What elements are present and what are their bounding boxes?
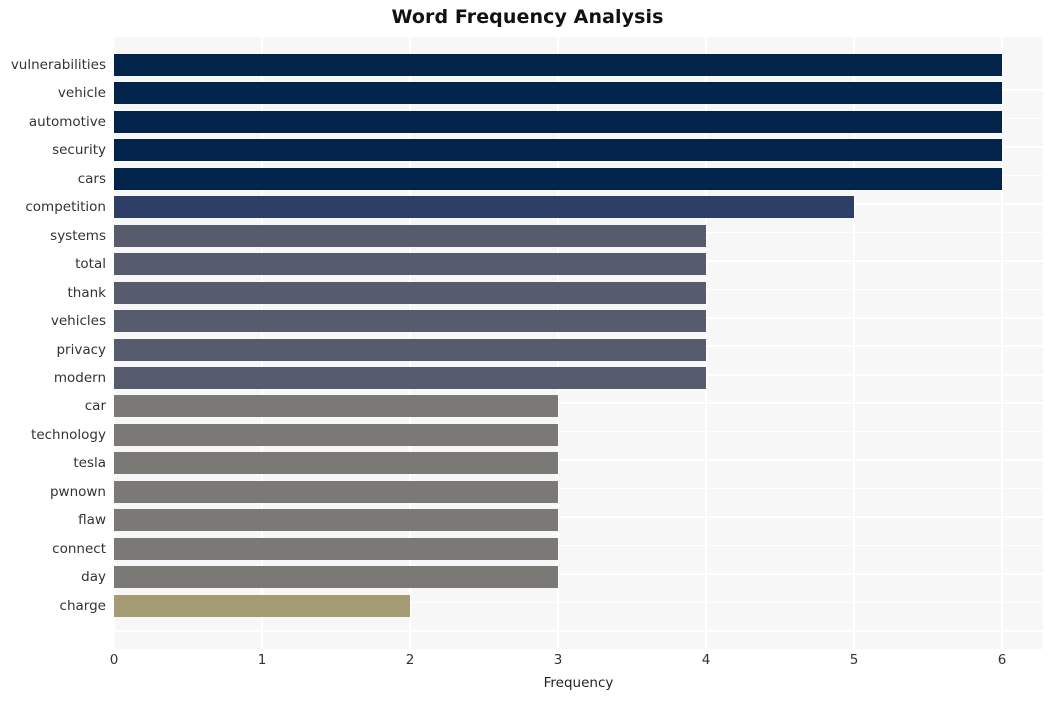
bar-car — [114, 395, 558, 418]
bar-flaw — [114, 509, 558, 532]
x-tick-label-6: 6 — [997, 652, 1007, 668]
x-tick-label-3: 3 — [553, 652, 563, 668]
y-tick-label-pwnown: pwnown — [49, 483, 106, 500]
bar-modern — [114, 366, 706, 389]
y-tick-label-vehicle: vehicle — [57, 85, 106, 102]
plot-area — [114, 37, 1043, 649]
bar-technology — [114, 423, 558, 446]
bar-charge — [114, 594, 410, 617]
y-tick-label-competition: competition — [25, 199, 106, 216]
x-tick-label-2: 2 — [405, 652, 415, 668]
y-tick-label-privacy: privacy — [56, 341, 106, 358]
y-gridline — [114, 629, 1043, 632]
y-tick-label-car: car — [84, 398, 106, 415]
y-tick-label-vehicles: vehicles — [50, 313, 106, 330]
bar-systems — [114, 224, 706, 247]
y-tick-label-systems: systems — [50, 227, 106, 244]
y-tick-label-technology: technology — [31, 426, 106, 443]
bar-connect — [114, 537, 558, 560]
x-tick-label-1: 1 — [257, 652, 267, 668]
y-tick-label-vulnerabilities: vulnerabilities — [10, 57, 106, 73]
bar-vulnerabilities — [114, 54, 1002, 76]
bar-cars — [114, 167, 1002, 190]
y-axis-tick-labels: vulnerabilities vehicle automotive security… — [0, 37, 106, 649]
x-tick-label-5: 5 — [849, 652, 859, 668]
y-tick-label-modern: modern — [53, 369, 106, 386]
bar-total — [114, 253, 706, 276]
x-axis-tick-labels: 0 1 2 3 4 5 6 — [110, 652, 1043, 672]
bar-security — [114, 139, 1002, 162]
chart-figure: Word Frequency Analysis vulnerabilities v… — [0, 0, 1055, 701]
y-tick-label-cars: cars — [77, 170, 106, 187]
bar-privacy — [114, 338, 706, 361]
y-tick-label-thank: thank — [67, 284, 107, 301]
bar-tesla — [114, 452, 558, 475]
y-tick-label-security: security — [52, 142, 106, 159]
y-tick-label-automotive: automotive — [28, 113, 106, 130]
bar-pwnown — [114, 480, 558, 503]
y-tick-label-day: day — [81, 569, 106, 586]
x-tick-label-4: 4 — [701, 652, 711, 668]
x-axis-title: Frequency — [543, 675, 614, 691]
bar-automotive — [114, 110, 1002, 133]
y-tick-label-connect: connect — [52, 540, 106, 557]
x-tick-label-0: 0 — [109, 652, 119, 668]
bar-vehicles — [114, 310, 706, 333]
page-title: Word Frequency Analysis — [391, 6, 664, 28]
bar-vehicle — [114, 82, 1002, 105]
y-tick-label-total: total — [75, 256, 106, 273]
y-tick-label-flaw: flaw — [78, 512, 106, 529]
bar-competition — [114, 196, 854, 219]
bar-day — [114, 566, 558, 589]
y-tick-label-charge: charge — [59, 597, 106, 614]
y-tick-label-tesla: tesla — [73, 455, 106, 472]
bar-thank — [114, 281, 706, 304]
